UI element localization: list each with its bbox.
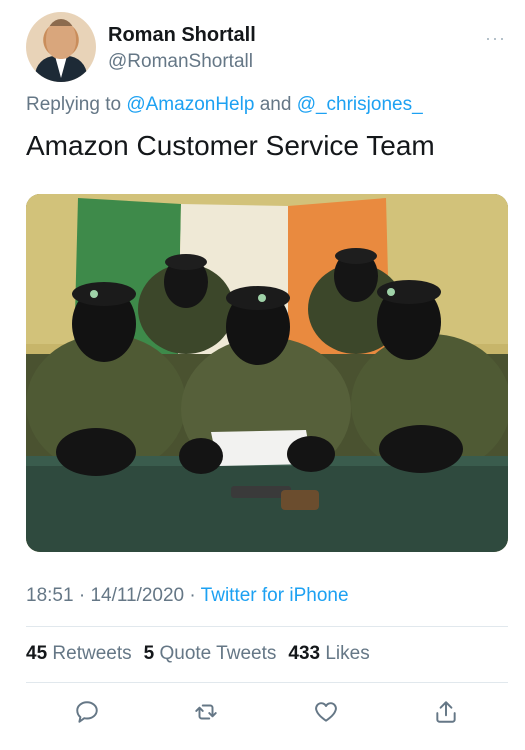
tweet-source-link[interactable]: Twitter for iPhone xyxy=(201,585,349,606)
replying-to: Replying to @AmazonHelp and @_chrisjones… xyxy=(26,94,423,116)
mention-link-amazonhelp[interactable]: @AmazonHelp xyxy=(126,94,254,115)
reply-and: and xyxy=(259,94,292,115)
tweet-media-image[interactable] xyxy=(26,194,508,552)
quote-label: Quote Tweets xyxy=(159,643,277,664)
quote-count: 5 xyxy=(143,643,155,664)
retweets-count: 45 xyxy=(26,643,48,664)
author-handle[interactable]: @RomanShortall xyxy=(108,51,253,73)
tweet-stats: 45 Retweets 5 Quote Tweets 433 Likes xyxy=(26,643,370,665)
share-icon xyxy=(436,701,456,723)
likes-stat[interactable]: 433 Likes xyxy=(288,643,369,665)
likes-label: Likes xyxy=(325,643,370,664)
reply-prefix: Replying to xyxy=(26,94,122,115)
tweet-actions xyxy=(26,694,508,734)
tweet-meta: 18:51 · 14/11/2020 · Twitter for iPhone xyxy=(26,585,349,606)
more-options-icon[interactable]: ··· xyxy=(485,28,506,49)
author-name[interactable]: Roman Shortall xyxy=(108,24,256,47)
retweets-label: Retweets xyxy=(52,643,132,664)
share-button[interactable] xyxy=(426,694,466,730)
retweet-button[interactable] xyxy=(186,694,226,730)
likes-count: 433 xyxy=(288,643,321,664)
tweet-date: 14/11/2020 xyxy=(90,585,185,606)
mention-link-chrisjones[interactable]: @_chrisjones_ xyxy=(297,94,423,115)
divider xyxy=(26,682,508,683)
tweet-header: Roman Shortall @RomanShortall ··· xyxy=(26,12,506,84)
reply-icon xyxy=(76,701,98,723)
retweets-stat[interactable]: 45 Retweets xyxy=(26,643,132,665)
tweet-time: 18:51 xyxy=(26,585,74,606)
heart-icon xyxy=(315,702,337,722)
retweet-icon xyxy=(195,704,217,720)
tweet-text: Amazon Customer Service Team xyxy=(26,130,435,161)
divider xyxy=(26,626,508,627)
avatar[interactable] xyxy=(26,12,96,82)
reply-button[interactable] xyxy=(67,694,107,730)
like-button[interactable] xyxy=(306,694,346,730)
quote-tweets-stat[interactable]: 5 Quote Tweets xyxy=(144,643,277,665)
